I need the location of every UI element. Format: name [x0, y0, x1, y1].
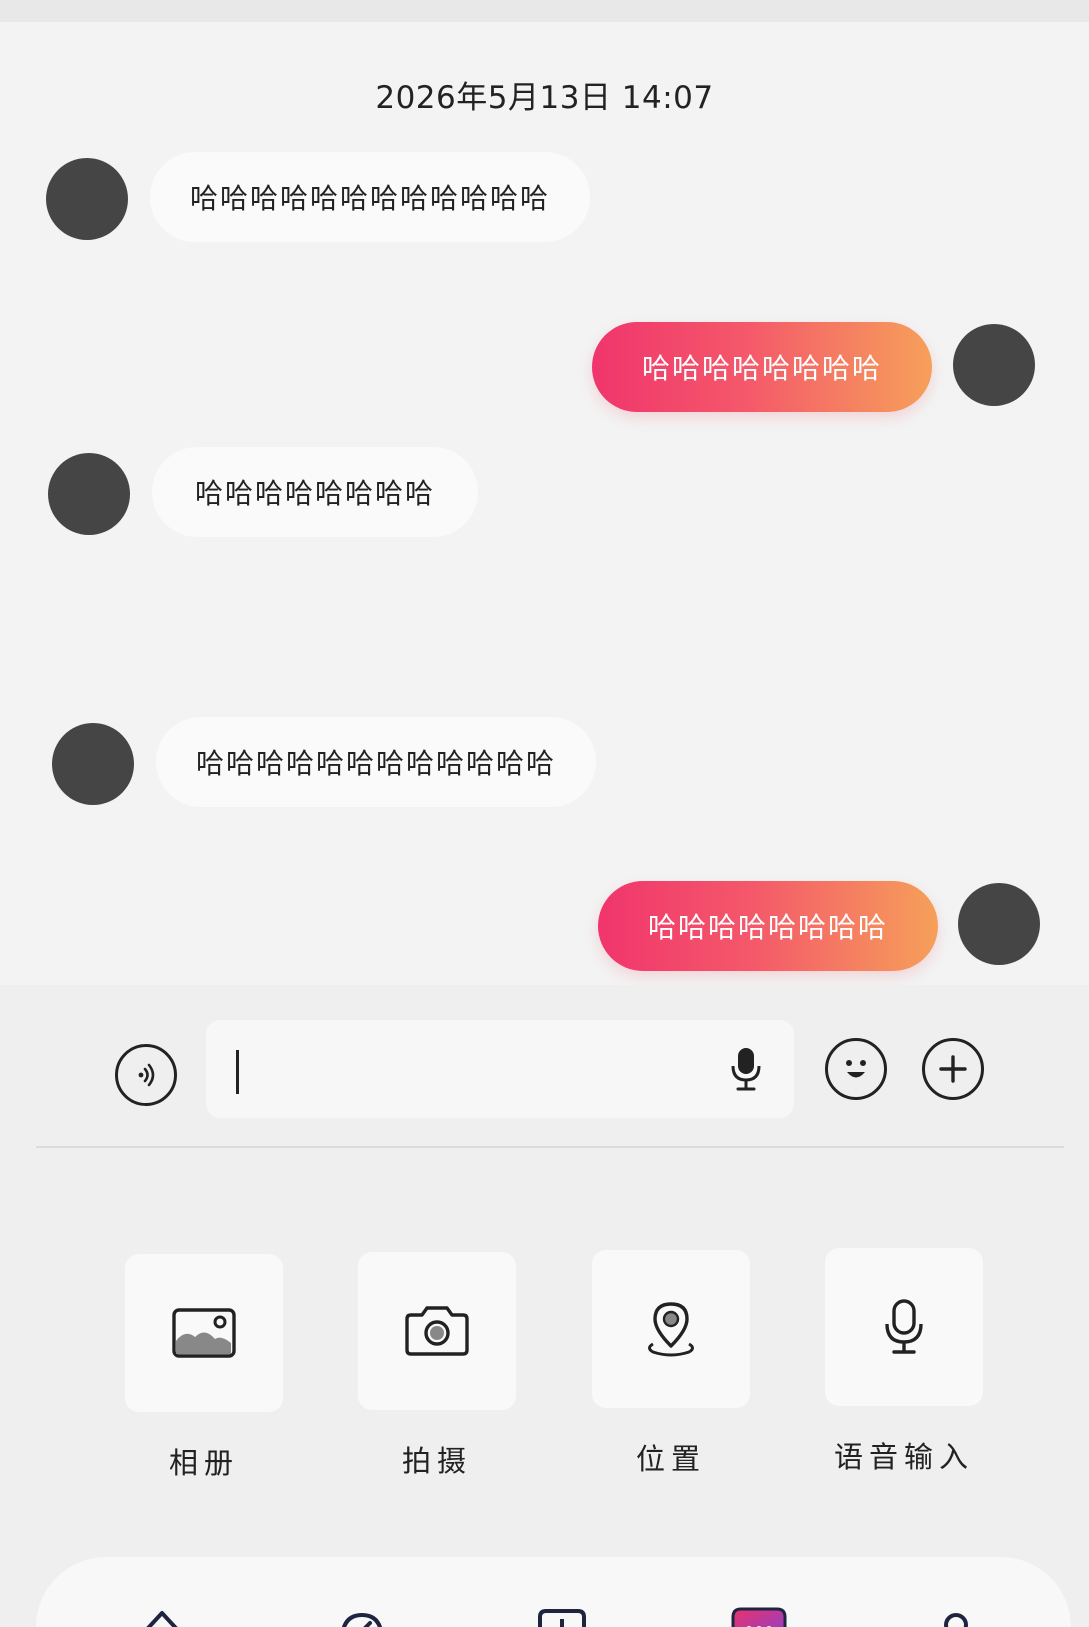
- voice-wave-icon: [138, 1063, 155, 1087]
- incoming-message-bubble[interactable]: 哈哈哈哈哈哈哈哈哈哈哈哈: [156, 717, 596, 807]
- emoji-button[interactable]: [825, 1038, 887, 1100]
- incoming-message-bubble[interactable]: 哈哈哈哈哈哈哈哈: [152, 447, 478, 537]
- contact-avatar[interactable]: [46, 158, 128, 240]
- contact-avatar[interactable]: [52, 723, 134, 805]
- message-icon[interactable]: [729, 1601, 789, 1627]
- compass-icon[interactable]: [332, 1601, 392, 1627]
- contact-avatar[interactable]: [48, 453, 130, 535]
- photo-album-icon: [172, 1308, 236, 1358]
- smiley-icon: [846, 1060, 866, 1078]
- tool-camera-tile[interactable]: [358, 1252, 516, 1410]
- outgoing-message-bubble[interactable]: 哈哈哈哈哈哈哈哈: [598, 881, 938, 971]
- status-strip: [0, 0, 1089, 22]
- profile-icon[interactable]: [926, 1601, 986, 1627]
- tool-location-tile[interactable]: [592, 1250, 750, 1408]
- message-input[interactable]: [206, 1020, 794, 1118]
- tool-album-tile[interactable]: [125, 1254, 283, 1412]
- tool-voice-input-label: 语音输入: [833, 1440, 974, 1474]
- composer-divider: [36, 1146, 1064, 1148]
- self-avatar[interactable]: [953, 324, 1035, 406]
- outgoing-message-bubble[interactable]: 哈哈哈哈哈哈哈哈: [592, 322, 932, 412]
- chat-timestamp: 2026年5月13日 14:07: [375, 80, 714, 116]
- tool-camera-label: 拍摄: [401, 1444, 472, 1478]
- tool-album-label: 相册: [168, 1446, 239, 1480]
- text-caret: [236, 1050, 239, 1094]
- microphone-icon: [885, 1299, 923, 1354]
- location-pin-icon: [648, 1302, 694, 1357]
- add-box-icon[interactable]: [532, 1601, 592, 1627]
- tool-voice-input-tile[interactable]: [825, 1248, 983, 1406]
- self-avatar[interactable]: [958, 883, 1040, 965]
- tool-album[interactable]: 相册: [125, 1254, 283, 1482]
- more-options-button[interactable]: [922, 1038, 984, 1100]
- microphone-icon[interactable]: [728, 1046, 764, 1092]
- voice-toggle-button[interactable]: [115, 1044, 177, 1106]
- incoming-message-bubble[interactable]: 哈哈哈哈哈哈哈哈哈哈哈哈: [150, 152, 590, 242]
- home-icon[interactable]: [132, 1601, 192, 1627]
- tool-location-label: 位置: [635, 1442, 706, 1476]
- tool-location[interactable]: 位置: [592, 1250, 750, 1478]
- bottom-nav: [36, 1557, 1071, 1627]
- camera-icon: [405, 1306, 469, 1356]
- tool-camera[interactable]: 拍摄: [358, 1252, 516, 1480]
- plus-circle-icon: [939, 1055, 967, 1083]
- tool-voice-input[interactable]: 语音输入: [825, 1248, 983, 1476]
